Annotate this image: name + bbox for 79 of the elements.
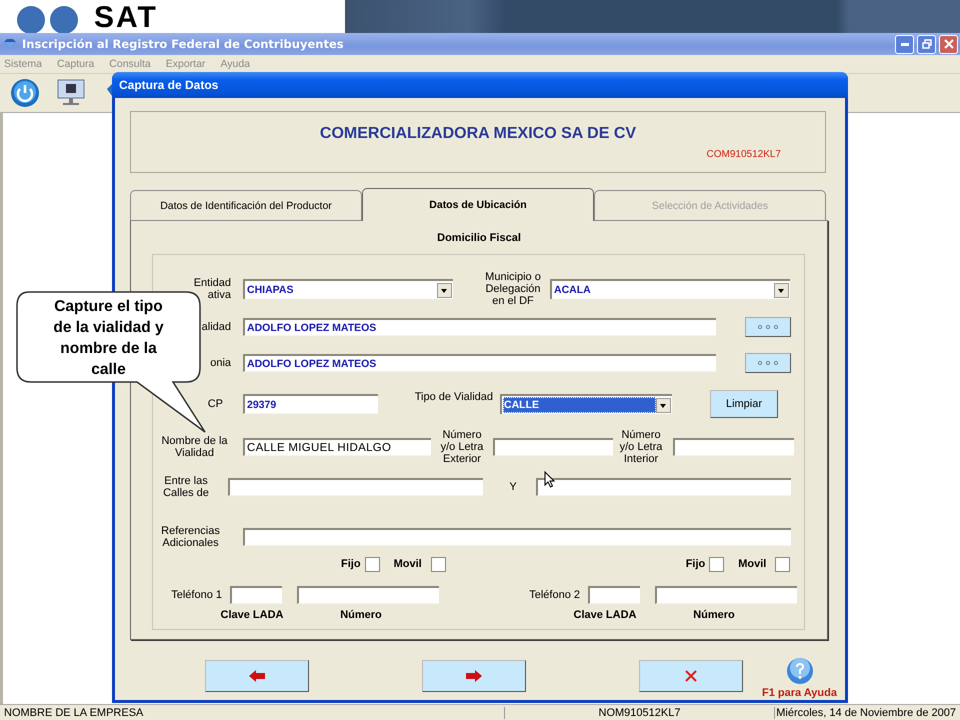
back-button[interactable] (205, 660, 309, 692)
field-label: Entre las Calles de (162, 475, 210, 499)
cancel-button[interactable] (639, 660, 743, 692)
minimize-icon (900, 42, 908, 46)
field-label: Entidad (194, 277, 231, 289)
checkbox[interactable] (775, 556, 790, 572)
status-text: NOMBRE DE LA EMPRESA (0, 706, 505, 718)
cross-street-field[interactable] (228, 478, 483, 496)
interior-number-field[interactable] (673, 438, 794, 456)
phone-number-field[interactable] (655, 586, 797, 604)
field-label: Número y/o Letra Interior (618, 429, 664, 465)
rfc-code: COM910512KL7 (706, 149, 781, 160)
neighborhood-field[interactable]: ADOLFO LOPEZ MATEOS (243, 354, 716, 372)
field-label: CP (208, 398, 223, 410)
checkbox-label: Movil (738, 558, 766, 570)
checkbox[interactable] (430, 556, 446, 572)
checkbox-label: Fijo (341, 558, 361, 570)
help-hint: F1 para Ayuda (762, 687, 837, 699)
field-label: Teléfono 2 (529, 589, 580, 601)
field-label: alidad (202, 321, 231, 333)
area-code-field[interactable] (588, 586, 640, 604)
clear-button[interactable]: Limpiar (710, 390, 778, 418)
field-label: Tipo de Vialidad (414, 391, 493, 403)
field-label: Teléfono 1 (171, 589, 222, 601)
field-label: ativa (208, 289, 231, 301)
section-title: Domicilio Fiscal (437, 232, 521, 244)
street-field[interactable]: ADOLFO LOPEZ MATEOS (243, 318, 716, 336)
company-name: COMERCIALIZADORA MEXICO SA DE CV (320, 125, 636, 143)
cursor-icon (544, 471, 555, 488)
field-caption: Número (340, 609, 382, 621)
close-button[interactable] (939, 34, 958, 54)
field-label: Municipio o Delegación en el DF (484, 271, 542, 307)
field-caption: Clave LADA (220, 609, 284, 621)
field-label: Nombre de la Vialidad (161, 435, 228, 459)
ellipsis-icon (758, 325, 778, 329)
power-icon (10, 78, 40, 108)
help-icon[interactable] (786, 657, 814, 685)
exterior-number-field[interactable] (493, 438, 613, 456)
area-code-field[interactable] (230, 586, 282, 604)
ellipsis-icon (758, 361, 778, 365)
field-label: Referencias Adicionales (160, 525, 221, 549)
tab[interactable]: Datos de Identificación del Productor (130, 190, 362, 220)
checkbox-label: Fijo (686, 558, 706, 570)
callout-text: Capture el tipo de la vialidad y nombre de la calle (52, 297, 165, 380)
phone-number-field[interactable] (297, 586, 439, 604)
cross-street-field[interactable] (536, 478, 791, 496)
dialog-title: Captura de Datos (119, 78, 218, 92)
power-button[interactable] (8, 76, 42, 110)
checkbox[interactable] (364, 556, 380, 572)
references-field[interactable] (243, 528, 791, 546)
left-arrow-icon (249, 670, 265, 682)
right-arrow-icon (466, 670, 482, 682)
field-caption: Número (693, 609, 735, 621)
field-label: onia (210, 357, 231, 369)
road-name-field[interactable]: CALLE MIGUEL HIDALGO (243, 438, 431, 456)
field-label: Número y/o Letra Exterior (440, 429, 484, 465)
checkbox-label: Movil (394, 558, 422, 570)
field-label: Y (509, 481, 517, 493)
close-icon (944, 39, 954, 49)
state-dropdown[interactable]: CHIAPAS (243, 279, 453, 299)
next-button[interactable] (422, 660, 526, 692)
status-text: Miércoles, 14 de Noviembre de 2007 (775, 706, 957, 718)
field-caption: Clave LADA (574, 609, 636, 621)
window-title: Inscripción al Registro Federal de Contribuyentes (22, 37, 344, 51)
browse-button[interactable] (745, 317, 791, 337)
gem-icon (3, 38, 17, 50)
close-icon (685, 670, 697, 682)
browse-button[interactable] (745, 353, 791, 373)
municipality-dropdown[interactable]: ACALA (550, 279, 790, 299)
restore-icon (922, 39, 932, 49)
postal-code-field[interactable]: 29379 (243, 394, 378, 414)
status-text: NOM910512KL7 (505, 706, 775, 718)
tab[interactable]: Datos de Ubicación (362, 188, 594, 221)
monitor-icon (56, 78, 86, 108)
minimize-button[interactable] (895, 34, 914, 54)
logo-text: SAT (94, 2, 158, 33)
road-type-dropdown[interactable]: CALLE (500, 394, 672, 414)
checkbox[interactable] (709, 556, 724, 572)
restore-button[interactable] (917, 34, 936, 54)
